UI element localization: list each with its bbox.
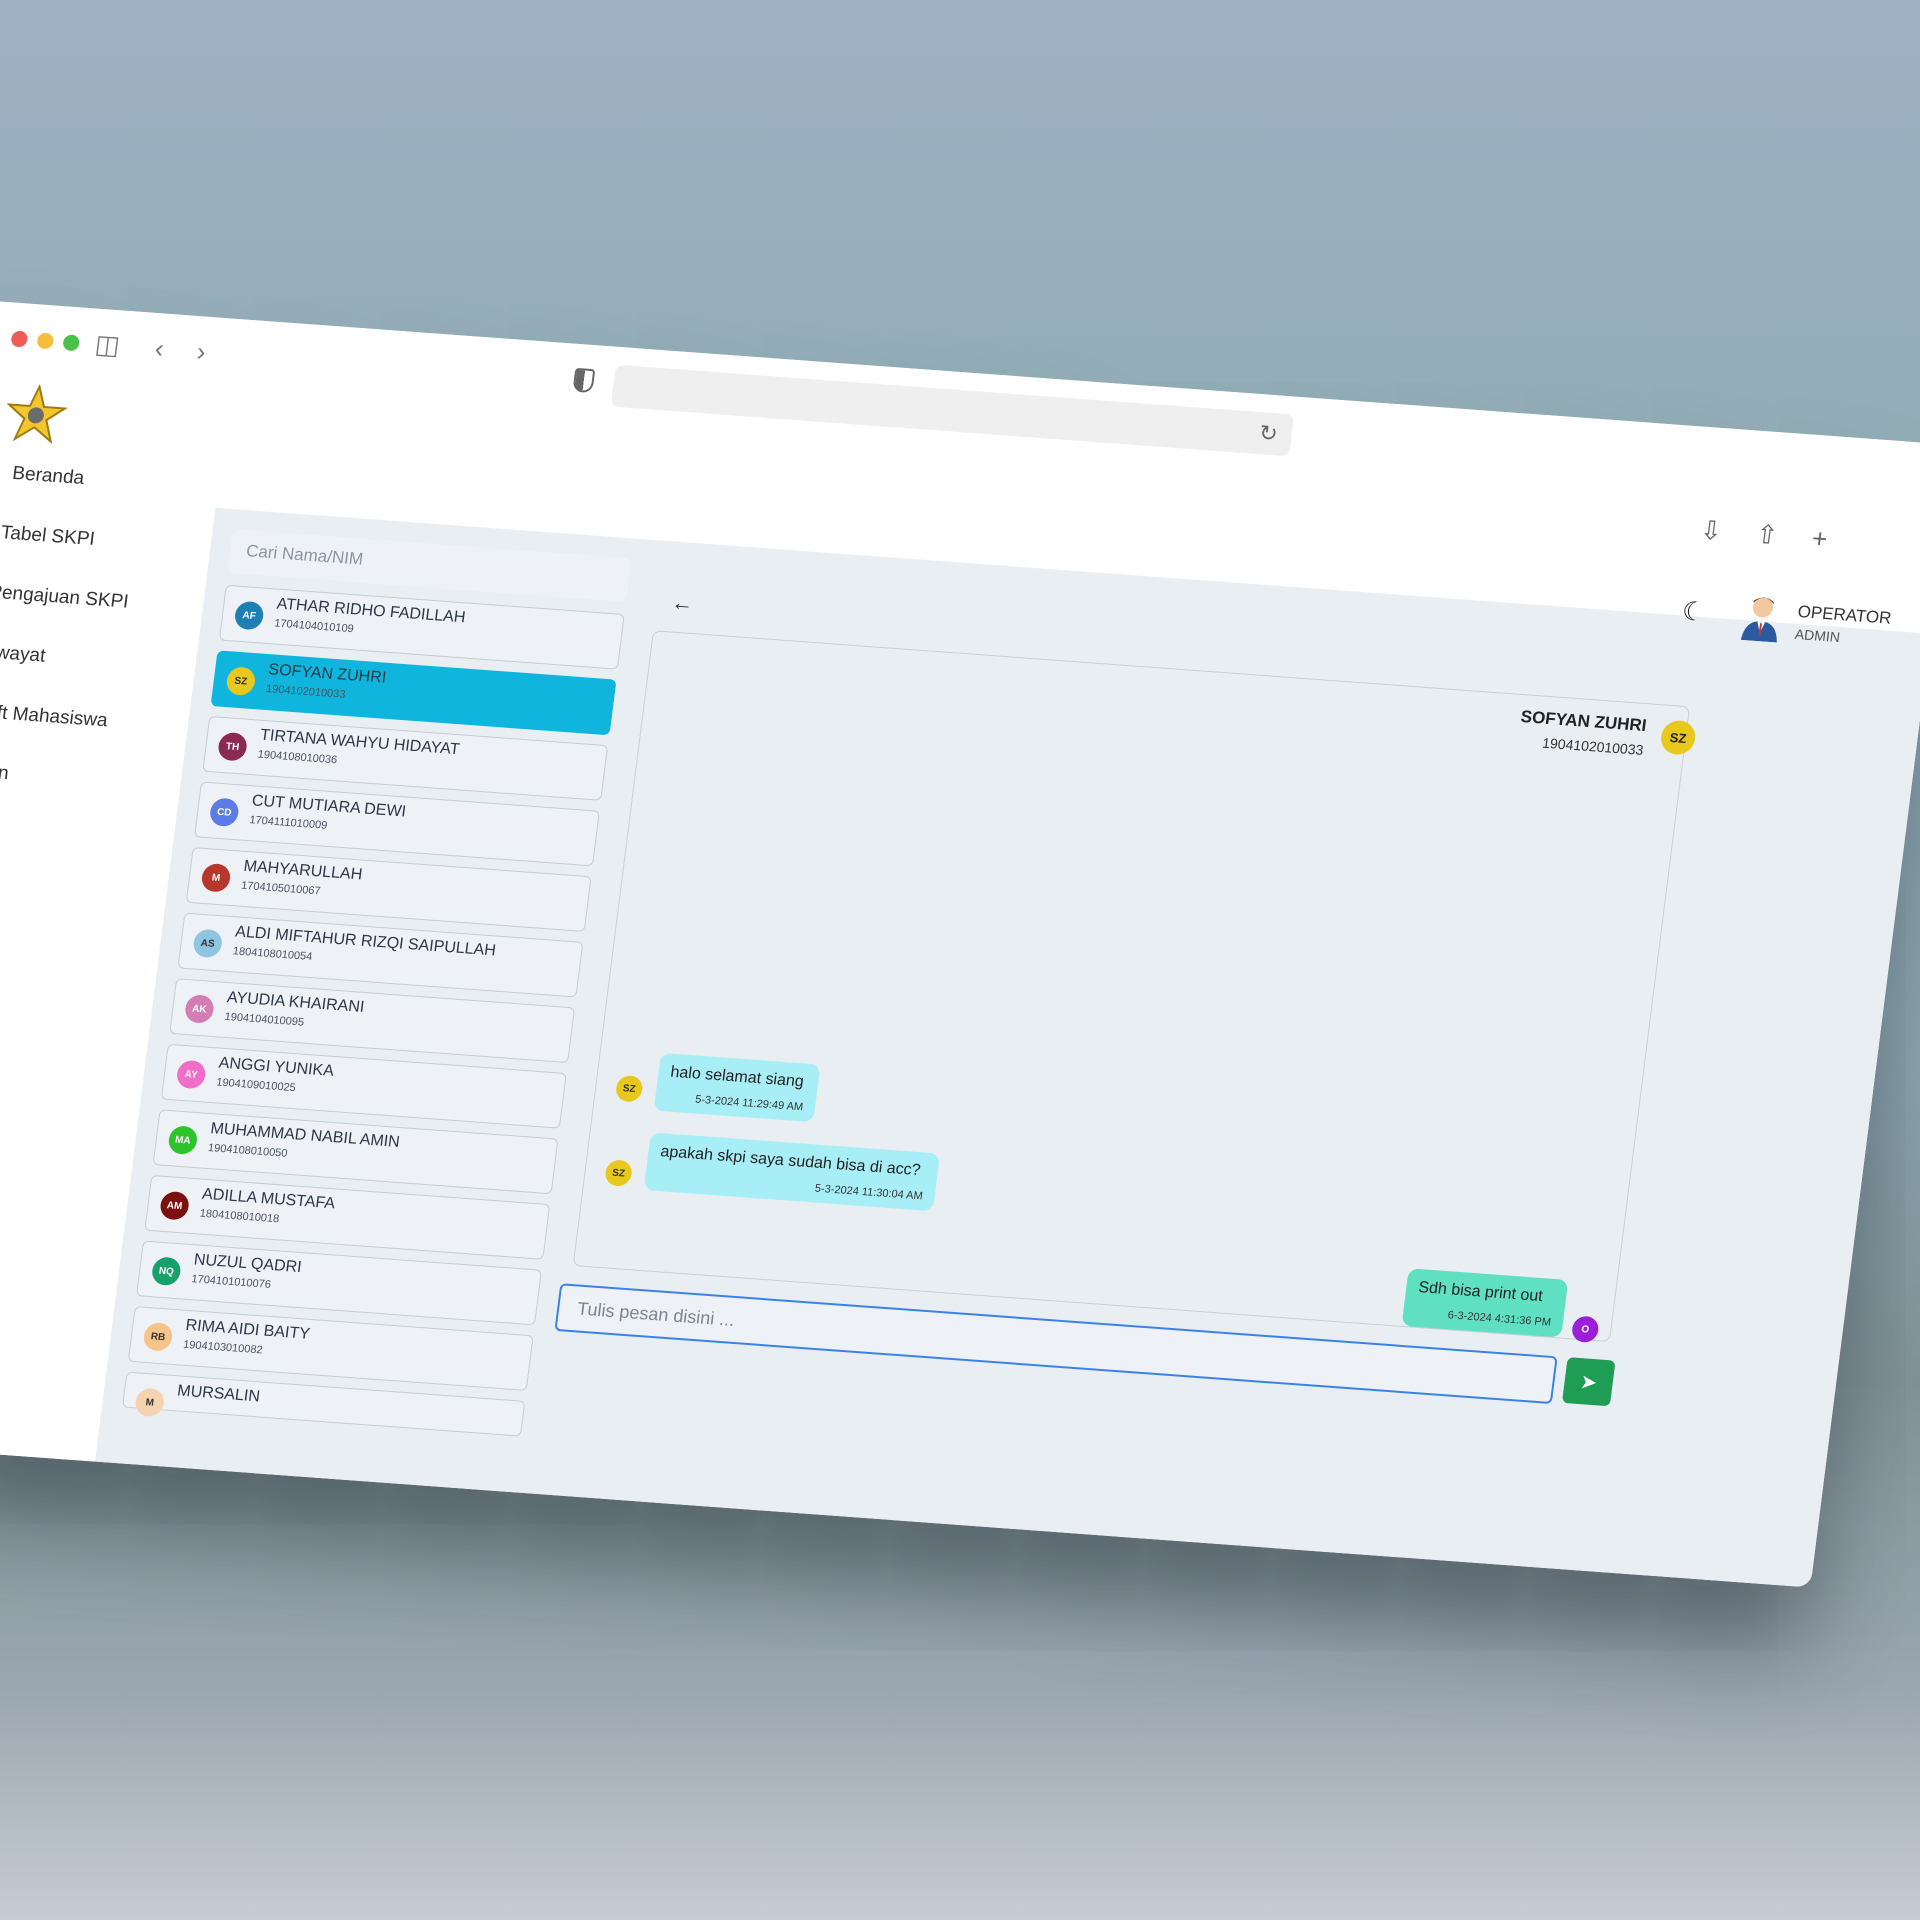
message-timestamp: 6-3-2024 4:31:36 PM [1447, 1309, 1552, 1329]
avatar: RB [142, 1321, 174, 1352]
message-bubble-own: Sdh bisa print out 6-3-2024 4:31:36 PM [1401, 1268, 1569, 1338]
desktop-background: ◫ ‹ › ↻ ⇩ ⇧ + ⌂ Beranda ▤ Tabel SKPI [0, 0, 1920, 1920]
send-icon: ➤ [1578, 1370, 1599, 1394]
sidebar-item-pengajuan-skpi[interactable]: ▭ Pengajuan SKPI [0, 579, 130, 613]
avatar: AM [158, 1190, 191, 1221]
avatar: M [134, 1387, 166, 1418]
address-bar[interactable]: ↻ [610, 364, 1295, 457]
avatar: SZ [225, 666, 257, 697]
avatar: AY [175, 1059, 207, 1090]
reload-icon[interactable]: ↻ [1258, 420, 1280, 447]
maximize-window-button[interactable] [62, 334, 81, 352]
back-arrow-icon[interactable]: ← [670, 590, 695, 617]
chat-partner-avatar: SZ [1659, 719, 1698, 756]
sidebar-item-label: Pesan [0, 759, 10, 785]
message-bubble: halo selamat siang 5-3-2024 11:29:49 AM [653, 1052, 821, 1123]
avatar: AF [233, 600, 265, 631]
message-avatar: SZ [614, 1074, 644, 1103]
sidebar-item-label: Tabel SKPI [0, 522, 97, 550]
browser-window: ◫ ‹ › ↻ ⇩ ⇧ + ⌂ Beranda ▤ Tabel SKPI [0, 300, 1920, 1588]
chat-panel: SOFYAN ZUHRI 1904102010033 SZ SZ halo se… [572, 630, 1698, 1344]
avatar: AS [192, 928, 224, 959]
avatar: M [200, 862, 232, 893]
avatar: AK [183, 994, 216, 1024]
chat-partner-name: SOFYAN ZUHRI [1519, 707, 1648, 736]
sidebar-item-label: Draft Mahasiswa [0, 700, 109, 732]
avatar: NQ [150, 1256, 183, 1287]
message-timestamp: 5-3-2024 11:29:49 AM [694, 1093, 804, 1114]
message-text: halo selamat siang [669, 1063, 805, 1091]
contact-name: MURSALIN [176, 1382, 261, 1406]
sidebar-item-label: Riwayat [0, 640, 47, 667]
back-nav-icon[interactable]: ‹ [153, 333, 165, 364]
sidebar-item-beranda[interactable]: ⌂ Beranda [0, 461, 85, 490]
sidebar-item-tabel-skpi[interactable]: ▤ Tabel SKPI [0, 520, 96, 551]
user-avatar[interactable] [1739, 592, 1785, 643]
chat-partner-nim: 1904102010033 [1541, 734, 1645, 758]
avatar: CD [208, 797, 241, 828]
sidebar-item-draft-mahasiswa[interactable]: ✎ Draft Mahasiswa [0, 698, 109, 732]
chat-page: Cari Nama/NIM AF ATHAR RIDHO FADILLAH 17… [94, 507, 1920, 1588]
send-button[interactable]: ➤ [1561, 1357, 1616, 1407]
message-bubble: apakah skpi saya sudah bisa di acc? 5-3-… [643, 1132, 941, 1212]
new-tab-icon[interactable]: + [1810, 523, 1829, 555]
download-icon[interactable]: ⇩ [1698, 515, 1725, 547]
dark-mode-toggle-icon[interactable]: ☾ [1680, 596, 1707, 629]
contact-list: AF ATHAR RIDHO FADILLAH 1704104010109 SZ… [121, 584, 625, 1447]
privacy-shield-icon[interactable] [572, 367, 596, 394]
avatar: MA [167, 1125, 199, 1156]
sidebar-item-pesan[interactable]: ✉ Pesan [0, 757, 10, 785]
message-avatar: SZ [603, 1159, 634, 1187]
close-window-button[interactable] [10, 330, 29, 348]
avatar: TH [216, 731, 249, 762]
sidebar-toggle-icon[interactable]: ◫ [93, 329, 121, 362]
minimize-window-button[interactable] [36, 332, 55, 350]
message-text: Sdh bisa print out [1417, 1279, 1544, 1306]
forward-nav-icon[interactable]: › [195, 336, 207, 367]
university-logo [6, 383, 69, 445]
share-icon[interactable]: ⇧ [1754, 519, 1780, 551]
sidebar-item-riwayat[interactable]: ◷ Riwayat [0, 639, 47, 668]
user-subrole: ADMIN [1793, 625, 1841, 646]
sidebar-item-label: Pengajuan SKPI [0, 581, 130, 613]
sidebar-item-label: Beranda [11, 462, 86, 490]
message-avatar: O [1570, 1315, 1600, 1344]
